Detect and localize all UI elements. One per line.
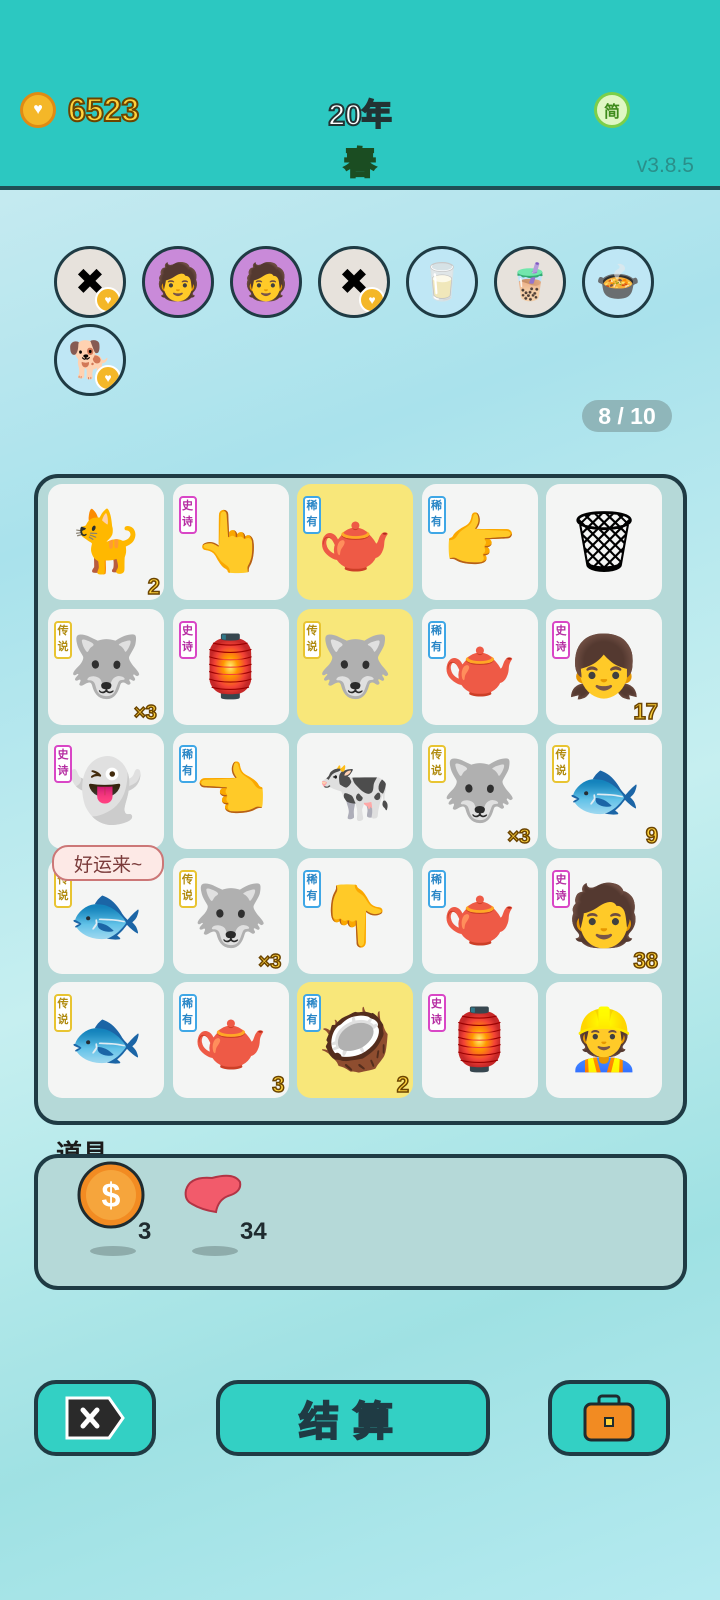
duck-pot-icon: 🍲 [595, 261, 641, 302]
rarity-tag: 传说 [178, 869, 197, 908]
board-cell[interactable]: 🫖 稀有 [297, 484, 413, 600]
symbol-count: 2 [147, 573, 161, 600]
board-cell[interactable]: 👈 稀有 [172, 733, 289, 849]
rarity-tag: 稀有 [303, 496, 321, 534]
trail-symbol[interactable]: 🍲 [582, 246, 654, 318]
dollar-coin-qty: 3 [138, 1218, 152, 1245]
symbol-count: 2 [396, 1071, 410, 1098]
board-cell[interactable]: 🐄 [297, 733, 413, 849]
rarity-tag: 稀有 [303, 994, 321, 1032]
trail-symbol[interactable]: 🥛 [406, 246, 478, 318]
symbol-count: 3 [271, 1071, 285, 1098]
board-cell[interactable]: 👆 史诗 [172, 484, 289, 600]
garbage-bag-icon: 🗑 [565, 508, 643, 575]
trail-symbol[interactable]: 🧑 [142, 246, 214, 318]
settle-label: 结算 [298, 1399, 407, 1445]
rarity-tag: 传说 [427, 745, 446, 783]
board-cell[interactable]: 👇 稀有 [297, 857, 413, 974]
language-toggle-button[interactable]: 简 [594, 92, 630, 128]
board-cell[interactable]: 👉 稀有 [421, 484, 538, 600]
bubble-tea-icon: 🧋 [507, 261, 553, 302]
top-bar: ♥ 6523 20年 春 简 v3.8.5 [0, 0, 720, 190]
version-label: v3.8.5 [636, 154, 694, 177]
cow-icon: 🐄 [317, 757, 393, 824]
multiplier-label: ×3 [133, 701, 157, 725]
board-cell[interactable]: 🐟传说 [48, 982, 164, 1098]
board-cell[interactable]: 🥥 稀有 2 [297, 982, 413, 1098]
board-cell[interactable]: 👻 史诗 [48, 733, 164, 849]
rarity-tag: 稀有 [303, 869, 321, 908]
spin-counter: 8 / 10 [582, 400, 672, 432]
symbol-count: 9 [645, 822, 659, 849]
rarity-tag: 传说 [54, 620, 72, 659]
lucky-man-icon: 🧑 [155, 261, 201, 302]
rarity-tag: 史诗 [552, 869, 570, 908]
slot-board: 🐈 2 👆 史诗 🫖 稀有 👉 稀有 🗑 🐺 传说 ×3 🏮 史诗 🐺 传说 🫖 稀有 👧 史诗 17 👻 史诗 👈 稀有 🐄 🐺 传… [34, 474, 687, 1125]
settle-button[interactable]: 结算 [216, 1380, 490, 1456]
liver-qty: 34 [240, 1218, 267, 1245]
liver-icon [184, 1174, 242, 1214]
rarity-tag: 史诗 [427, 994, 446, 1032]
board-cell[interactable]: 🐟 传说 9 [546, 733, 662, 849]
board-cell[interactable]: 🫖 稀有 3 [172, 982, 289, 1098]
board-cell[interactable]: 🐈 2 [48, 484, 164, 600]
rarity-tag: 稀有 [427, 620, 446, 659]
board-cell[interactable]: 🧑 史诗 38 [546, 857, 662, 974]
rarity-tag: 传说 [303, 620, 321, 659]
symbol-count: 38 [633, 947, 659, 974]
rarity-tag: 传说 [54, 994, 72, 1032]
rarity-tag: 稀有 [427, 869, 446, 908]
board-cell[interactable]: 👧 史诗 17 [546, 608, 662, 725]
briefcase-icon [583, 1394, 635, 1442]
remove-tag-icon [65, 1396, 125, 1440]
svg-text:$: $ [102, 1177, 121, 1215]
rarity-tag: 稀有 [178, 994, 197, 1032]
board-cell[interactable]: 🗑 [546, 484, 662, 600]
board-cell[interactable]: 🫖 稀有 [421, 857, 538, 974]
milk-jug-icon: 🥛 [419, 261, 465, 302]
multiplier-label: ×3 [507, 825, 531, 849]
board-cell[interactable]: 👷 [546, 982, 662, 1098]
board-cell[interactable]: 🐺 传说 ×3 [172, 857, 289, 974]
board-cell[interactable]: 🏮 史诗 [421, 982, 538, 1098]
trail-symbol[interactable]: 🐕 ♥ [54, 324, 126, 396]
trail-symbol[interactable]: ✖ ♥ [318, 246, 390, 318]
cat-icon: 🐈 [68, 508, 144, 575]
rarity-tag: 传说 [552, 745, 570, 783]
trail-symbol[interactable]: ✖ ♥ [54, 246, 126, 318]
board-cell[interactable]: 🫖 稀有 [421, 608, 538, 725]
rarity-tag: 稀有 [178, 745, 197, 783]
rarity-tag: 史诗 [178, 496, 197, 534]
rarity-tag: 稀有 [427, 496, 446, 534]
symbol-count: 17 [633, 698, 659, 725]
dollar-coin-icon: $ [77, 1161, 145, 1229]
heart-badge-icon: ♥ [359, 287, 385, 313]
board-cell[interactable]: 🐺 传说 ×3 [48, 608, 164, 725]
items-panel: $ 3 34 [34, 1154, 687, 1290]
heart-badge-icon: ♥ [95, 365, 121, 391]
remove-button[interactable] [34, 1380, 156, 1456]
heart-badge-icon: ♥ [95, 287, 121, 313]
rarity-tag: 史诗 [54, 745, 72, 783]
trail-symbol[interactable]: 🧋 [494, 246, 566, 318]
lucky-man-icon: 🧑 [243, 261, 289, 302]
dollar-coin-item[interactable]: $ 3 [76, 1160, 151, 1256]
rarity-tag: 史诗 [178, 620, 197, 659]
board-cell[interactable]: 🏮 史诗 [172, 608, 289, 725]
worker-man-icon: 👷 [566, 1006, 642, 1073]
inventory-button[interactable] [548, 1380, 670, 1456]
multiplier-label: ×3 [258, 950, 282, 974]
trail-symbol[interactable]: 🧑 [230, 246, 302, 318]
speech-bubble: 好运来~ [52, 845, 164, 881]
season-label: 春 [343, 144, 377, 182]
board-cell[interactable]: 🐺 传说 ×3 [421, 733, 538, 849]
board-cell[interactable]: 🐺 传说 [297, 608, 413, 725]
rarity-tag: 史诗 [552, 620, 570, 659]
liver-item[interactable]: 34 [178, 1160, 267, 1256]
